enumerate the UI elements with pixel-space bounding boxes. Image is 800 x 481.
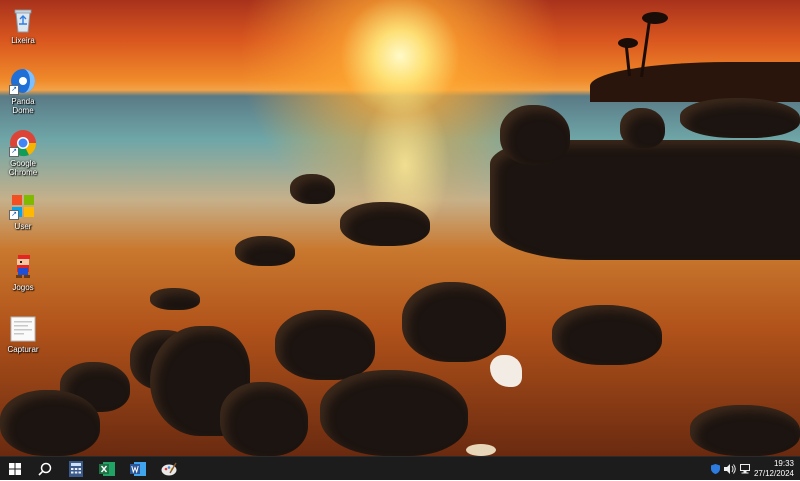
rock [620,108,665,148]
clock-date: 27/12/2024 [753,469,794,478]
desktop-icon-label: Jogos [12,283,34,292]
taskbar-clock[interactable]: 19:33 27/12/2024 [750,459,794,479]
rock [690,405,800,456]
desktop-icon-user[interactable]: ↗ User [0,192,46,231]
taskbar-paint[interactable] [158,459,180,479]
shell [490,355,522,387]
search-button[interactable] [34,459,56,479]
taskbar-word[interactable] [127,459,149,479]
pebble [466,444,496,456]
calculator-icon [69,461,83,477]
desktop-icon-label: Lixeira [11,36,35,45]
desktop-icon-label: Google Chrome [8,159,38,177]
panda-dome-icon: ↗ [9,67,37,95]
rock [150,288,200,310]
taskbar-calculator[interactable] [65,459,87,479]
paint-icon [161,462,177,476]
desktop-icon-panda-dome[interactable]: ↗ Panda Dome [0,67,46,115]
headland [590,62,800,102]
clock-time: 19:33 [773,459,794,468]
defender-icon[interactable] [708,464,722,474]
volume-icon[interactable] [722,464,738,474]
taskbar: 19:33 27/12/2024 [0,456,800,480]
desktop-wallpaper [0,0,800,456]
rock [275,310,375,380]
rock [220,382,308,456]
desktop-icon-label: User [14,222,32,231]
palm-fronds [642,12,668,24]
rock [340,202,430,246]
recycle-bin-icon [9,6,37,34]
desktop-icon-jogos[interactable]: Jogos [0,253,46,292]
search-icon [38,462,52,476]
word-icon [130,462,146,476]
windows-logo-icon: ↗ [9,192,37,220]
rock [0,390,100,456]
start-button[interactable] [4,459,26,479]
shortcut-arrow-icon: ↗ [9,85,19,95]
rock [500,105,570,165]
rock [235,236,295,266]
screenshot-file-icon [9,315,37,343]
shortcut-arrow-icon: ↗ [9,147,19,157]
rock [290,174,335,204]
windows-start-icon [9,463,21,475]
palm-fronds [618,38,638,48]
system-tray [708,457,754,481]
desktop-icon-recycle-bin[interactable]: Lixeira [0,6,46,45]
rock [552,305,662,365]
desktop-icon-label: Capturar [7,345,39,354]
rock [680,98,800,138]
desktop-icon-chrome[interactable]: ↗ Google Chrome [0,129,46,177]
taskbar-excel[interactable] [96,459,118,479]
mario-icon [9,253,37,281]
excel-icon [99,462,115,476]
chrome-icon: ↗ [9,129,37,157]
desktop-icon-capturar[interactable]: Capturar [0,315,46,354]
shortcut-arrow-icon: ↗ [9,210,19,220]
desktop-icon-label: Panda Dome [11,97,35,115]
rock [320,370,468,456]
rock [402,282,506,362]
